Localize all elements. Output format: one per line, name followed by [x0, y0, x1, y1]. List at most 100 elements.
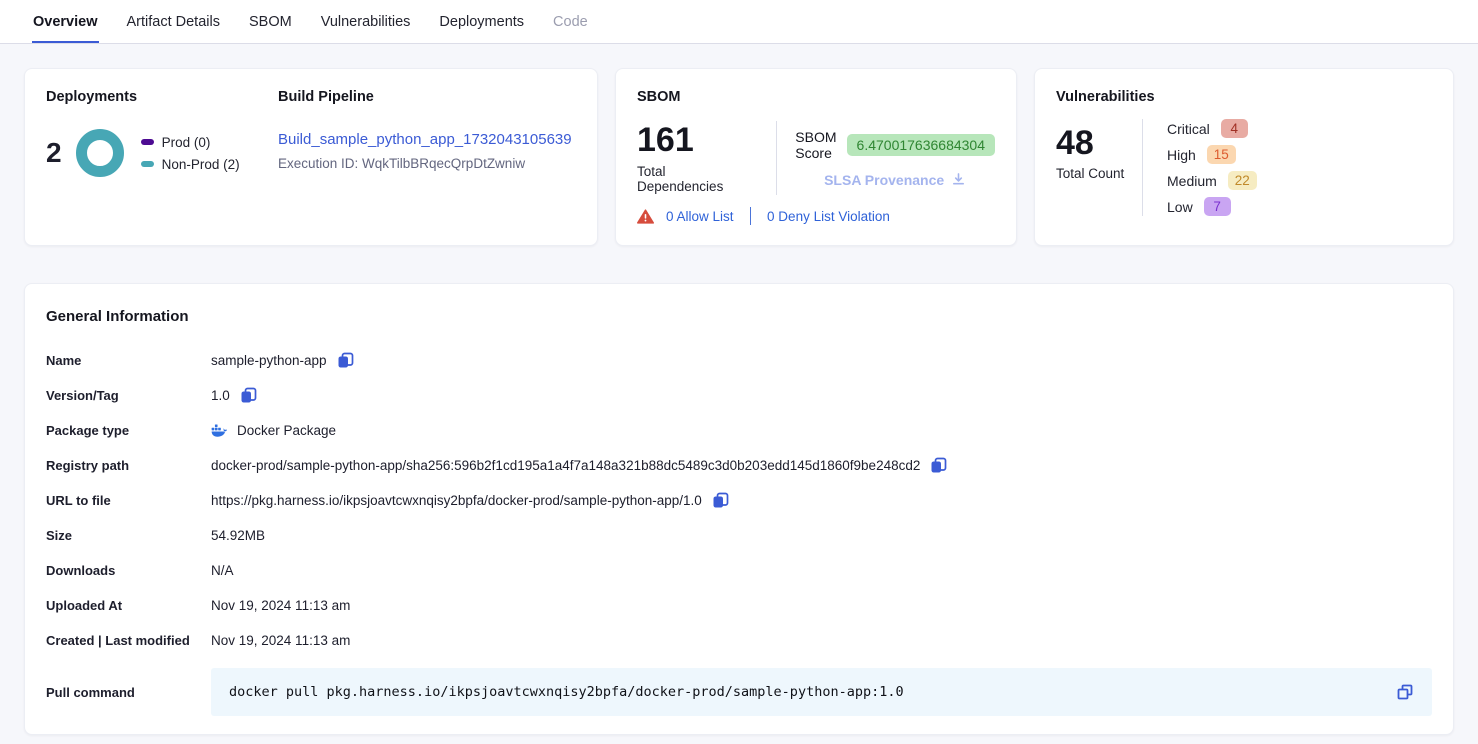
severity-row-medium: Medium 22 [1167, 171, 1257, 190]
download-icon [951, 172, 966, 187]
nonprod-legend-marker [141, 161, 154, 167]
tab-deployments[interactable]: Deployments [438, 2, 525, 43]
tab-code: Code [552, 2, 589, 43]
pull-command-text: docker pull pkg.harness.io/ikpsjoavtcwxn… [229, 684, 904, 700]
version-tag-value: 1.0 [211, 388, 230, 403]
general-information-title: General Information [46, 308, 1432, 325]
severity-label-critical: Critical [1167, 121, 1210, 137]
severity-row-high: High 15 [1167, 145, 1257, 164]
pull-command-box: docker pull pkg.harness.io/ikpsjoavtcwxn… [211, 668, 1432, 716]
vulnerabilities-title: Vulnerabilities [1056, 89, 1432, 105]
severity-label-high: High [1167, 147, 1196, 163]
build-pipeline-link[interactable]: Build_sample_python_app_1732043105639 [278, 131, 572, 148]
size-label: Size [46, 528, 211, 543]
copy-outline-icon[interactable] [1396, 683, 1414, 701]
version-tag-label: Version/Tag [46, 388, 211, 403]
severity-list: Critical 4 High 15 Medium 22 Low 7 [1142, 119, 1257, 216]
severity-label-low: Low [1167, 199, 1193, 215]
legend-item-nonprod: Non-Prod (2) [141, 157, 240, 172]
row-url-to-file: URL to file https://pkg.harness.io/ikpsj… [46, 483, 1432, 518]
slsa-provenance-button[interactable]: SLSA Provenance [824, 172, 966, 188]
copy-icon[interactable] [336, 351, 355, 370]
size-value: 54.92MB [211, 528, 265, 543]
pull-command-label: Pull command [46, 685, 211, 700]
url-to-file-label: URL to file [46, 493, 211, 508]
severity-row-low: Low 7 [1167, 197, 1257, 216]
sbom-score-label: SBOM Score [795, 129, 836, 161]
vulnerabilities-body: 48 Total Count Critical 4 High 15 Medium… [1056, 119, 1432, 216]
row-version-tag: Version/Tag 1.0 [46, 378, 1432, 413]
row-registry-path: Registry path docker-prod/sample-python-… [46, 448, 1432, 483]
sbom-card: SBOM 161 Total Dependencies SBOM Score 6… [615, 68, 1017, 246]
warning-icon [637, 209, 654, 224]
severity-count-critical: 4 [1221, 119, 1248, 138]
copy-icon[interactable] [239, 386, 258, 405]
row-created-modified: Created | Last modified Nov 19, 2024 11:… [46, 623, 1432, 658]
tab-artifact-details[interactable]: Artifact Details [126, 2, 221, 43]
row-pull-command: Pull command docker pull pkg.harness.io/… [46, 668, 1432, 716]
tab-sbom[interactable]: SBOM [248, 2, 293, 43]
row-package-type: Package type Docker Package [46, 413, 1432, 448]
sbom-policy-links: 0 Allow List 0 Deny List Violation [637, 207, 995, 225]
deployments-donut-chart [76, 129, 124, 177]
artifact-tabbar: Overview Artifact Details SBOM Vulnerabi… [0, 0, 1478, 44]
created-modified-value: Nov 19, 2024 11:13 am [211, 633, 350, 648]
sbom-total-dependencies-count: 161 [637, 122, 754, 159]
url-to-file-value: https://pkg.harness.io/ikpsjoavtcwxnqisy… [211, 493, 702, 508]
package-type-label: Package type [46, 423, 211, 438]
deployments-legend: Prod (0) Non-Prod (2) [141, 135, 240, 172]
downloads-label: Downloads [46, 563, 211, 578]
deployments-total-count: 2 [46, 137, 62, 169]
sbom-total-dependencies-label: Total Dependencies [637, 164, 754, 194]
allow-list-link[interactable]: 0 Allow List [666, 209, 734, 224]
row-size: Size 54.92MB [46, 518, 1432, 553]
deployments-card: Deployments 2 Prod (0) Non-Prod (2) [24, 68, 598, 246]
prod-legend-label: Prod (0) [162, 135, 211, 150]
downloads-value: N/A [211, 563, 234, 578]
name-value: sample-python-app [211, 353, 327, 368]
vulnerabilities-card: Vulnerabilities 48 Total Count Critical … [1034, 68, 1454, 246]
slsa-provenance-label: SLSA Provenance [824, 172, 944, 188]
severity-row-critical: Critical 4 [1167, 119, 1257, 138]
severity-label-medium: Medium [1167, 173, 1217, 189]
build-pipeline-section: Build Pipeline Build_sample_python_app_1… [278, 89, 576, 225]
docker-icon [211, 424, 228, 438]
package-type-value: Docker Package [237, 423, 336, 438]
deployments-body: 2 Prod (0) Non-Prod (2) [46, 129, 278, 177]
legend-item-prod: Prod (0) [141, 135, 240, 150]
tab-overview[interactable]: Overview [32, 2, 99, 43]
registry-path-value: docker-prod/sample-python-app/sha256:596… [211, 458, 920, 473]
vulnerabilities-total-label: Total Count [1056, 166, 1142, 181]
sbom-divider [776, 121, 777, 195]
sbom-totals: 161 Total Dependencies [637, 122, 754, 193]
sbom-score-section: SBOM Score 6.470017636684304 SLSA Proven… [795, 129, 995, 188]
prod-legend-marker [141, 139, 154, 145]
overview-content: Deployments 2 Prod (0) Non-Prod (2) [0, 44, 1478, 735]
deployments-title: Deployments [46, 89, 278, 105]
uploaded-at-value: Nov 19, 2024 11:13 am [211, 598, 350, 613]
registry-path-label: Registry path [46, 458, 211, 473]
summary-cards-row: Deployments 2 Prod (0) Non-Prod (2) [24, 68, 1454, 246]
severity-count-low: 7 [1204, 197, 1231, 216]
created-modified-label: Created | Last modified [46, 633, 211, 648]
severity-count-medium: 22 [1228, 171, 1257, 190]
general-information-card: General Information Name sample-python-a… [24, 283, 1454, 735]
sbom-score-row: SBOM Score 6.470017636684304 [795, 129, 995, 161]
deny-list-link[interactable]: 0 Deny List Violation [767, 209, 890, 224]
vulnerabilities-totals: 48 Total Count [1056, 119, 1142, 216]
copy-icon[interactable] [711, 491, 730, 510]
deployments-section: Deployments 2 Prod (0) Non-Prod (2) [46, 89, 278, 225]
row-name: Name sample-python-app [46, 343, 1432, 378]
severity-count-high: 15 [1207, 145, 1236, 164]
name-label: Name [46, 353, 211, 368]
copy-icon[interactable] [929, 456, 948, 475]
uploaded-at-label: Uploaded At [46, 598, 211, 613]
sbom-score-badge: 6.470017636684304 [847, 134, 995, 156]
sbom-title: SBOM [637, 89, 995, 105]
sbom-body: 161 Total Dependencies SBOM Score 6.4700… [637, 119, 995, 197]
row-downloads: Downloads N/A [46, 553, 1432, 588]
tab-vulnerabilities[interactable]: Vulnerabilities [320, 2, 412, 43]
row-uploaded-at: Uploaded At Nov 19, 2024 11:13 am [46, 588, 1432, 623]
vulnerabilities-total-count: 48 [1056, 125, 1142, 162]
nonprod-legend-label: Non-Prod (2) [162, 157, 240, 172]
